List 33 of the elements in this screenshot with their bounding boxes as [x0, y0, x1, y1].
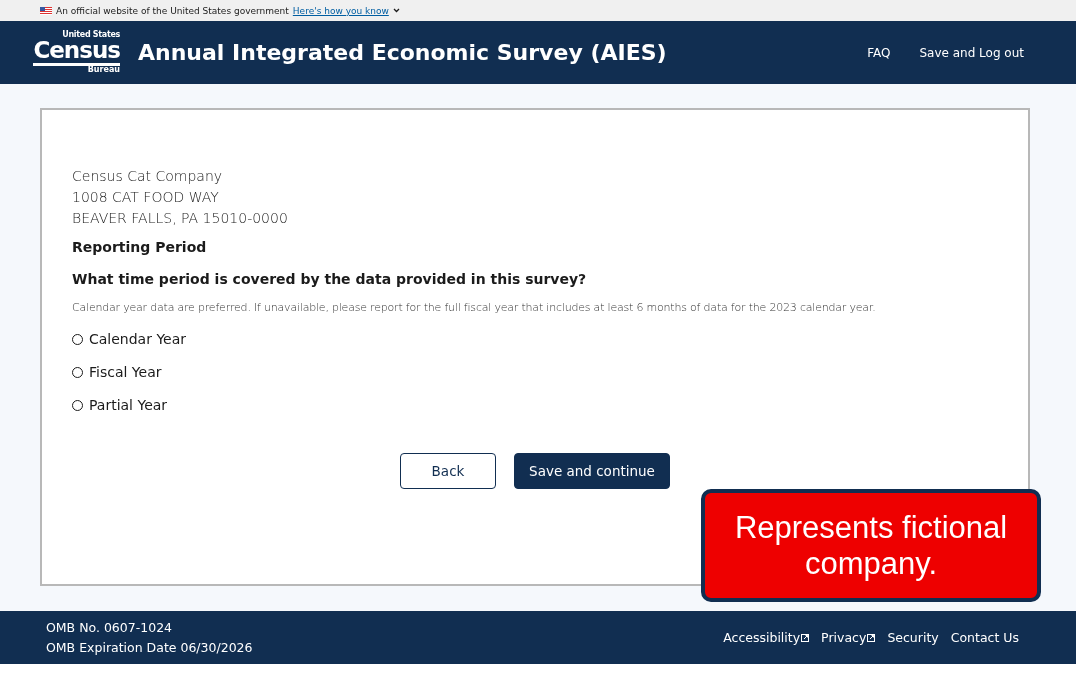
footer-link[interactable]: Security	[887, 630, 939, 645]
flag-icon	[40, 6, 52, 15]
footer-link[interactable]: Accessibility	[723, 630, 810, 645]
footer-link[interactable]: Privacy	[821, 630, 876, 645]
header-link[interactable]: Save and Log out	[919, 45, 1024, 60]
continue-button[interactable]: Save and continue	[514, 453, 670, 489]
radio-label[interactable]: Fiscal Year	[89, 364, 162, 380]
site-title: Annual Integrated Economic Survey (AIES)	[138, 40, 668, 65]
banner-link[interactable]: Here's how you know	[292, 5, 389, 16]
header-link[interactable]: FAQ	[867, 45, 891, 60]
hint-text: Calendar year data are preferred. If unavailable, please report for the full fiscal year that includes at least 6 months of data for the 2023 calendar year.	[72, 301, 877, 314]
radio-button[interactable]	[72, 333, 83, 345]
address-line: 1008 CAT FOOD WAY	[72, 188, 220, 207]
radio-button[interactable]	[72, 399, 83, 411]
chevron-down-icon[interactable]	[392, 8, 400, 13]
question-text: What time period is covered by the data provided in this survey?	[72, 271, 588, 287]
banner-text: An official website of the United States government	[56, 5, 289, 16]
callout-note: Represents fictional company.	[701, 489, 1041, 602]
external-link-icon	[801, 633, 810, 642]
radio-button[interactable]	[72, 366, 83, 378]
external-link-icon	[867, 633, 876, 642]
logo-text: Bureau	[87, 66, 120, 74]
logo-text: Census	[33, 39, 120, 66]
address-line: BEAVER FALLS, PA 15010-0000	[72, 209, 289, 228]
radio-label[interactable]: Partial Year	[89, 397, 168, 413]
logo-text: United States	[62, 31, 120, 39]
omb-text: OMB No. 0607-1024	[46, 618, 174, 637]
back-button[interactable]: Back	[400, 453, 496, 489]
footer-link[interactable]: Contact Us	[950, 630, 1019, 645]
address-line: Census Cat Company	[72, 167, 224, 186]
section-heading: Reporting Period	[72, 239, 208, 255]
radio-label[interactable]: Calendar Year	[89, 331, 187, 347]
omb-text: OMB Expiration Date 06/30/2026	[46, 638, 254, 657]
